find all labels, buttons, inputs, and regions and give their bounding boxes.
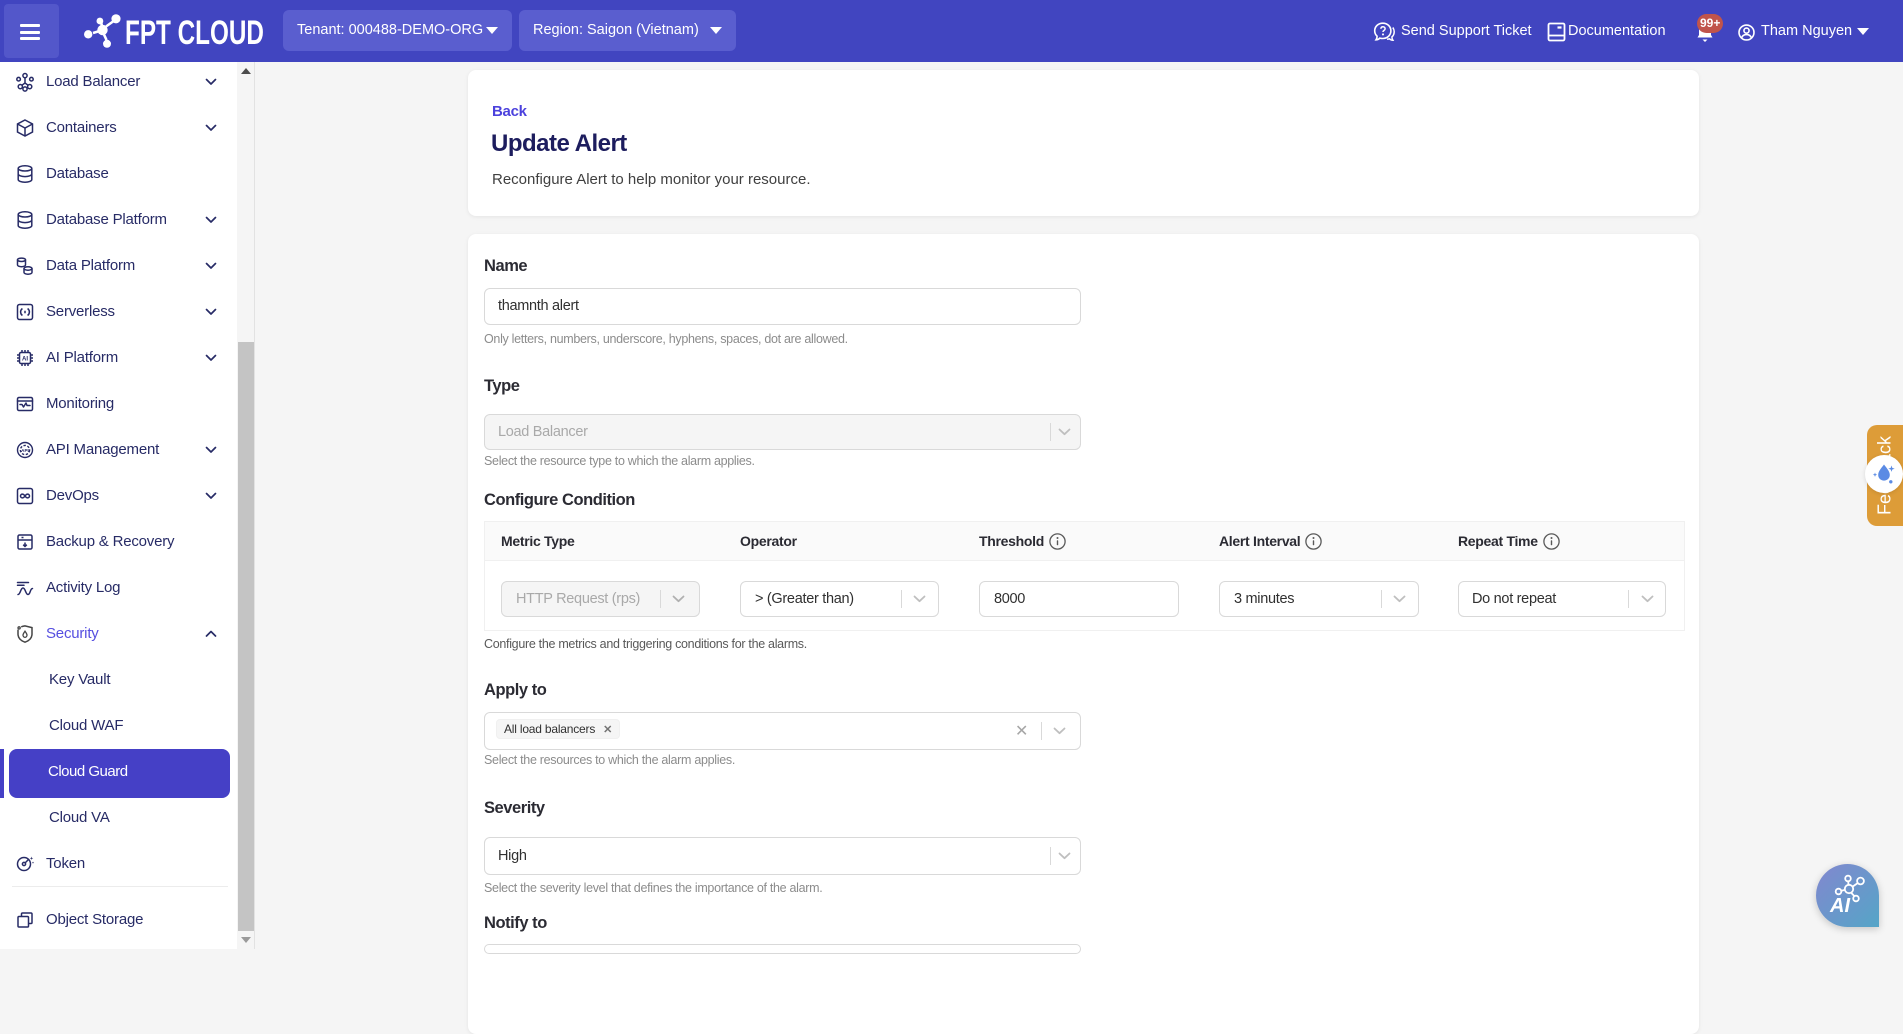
svg-text:AI: AI bbox=[1829, 895, 1850, 917]
svg-text:AI: AI bbox=[22, 356, 28, 362]
svg-text:API: API bbox=[21, 448, 29, 453]
